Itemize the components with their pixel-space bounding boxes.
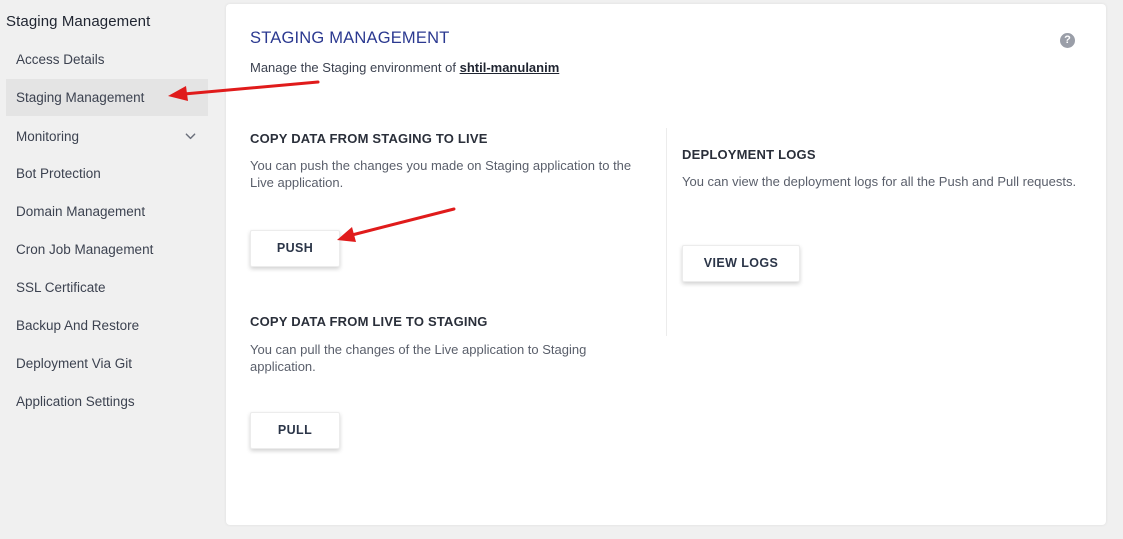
sidebar-item-access-details[interactable]: Access Details xyxy=(6,41,208,78)
sidebar-item-cron-job-management[interactable]: Cron Job Management xyxy=(6,231,208,268)
column-divider xyxy=(666,128,667,336)
sidebar-item-label: Monitoring xyxy=(16,129,80,144)
page-title: STAGING MANAGEMENT xyxy=(250,29,450,47)
logs-section-description: You can view the deployment logs for all… xyxy=(682,174,1077,189)
push-section-description: You can push the changes you made on Sta… xyxy=(250,158,632,190)
sidebar-item-staging-management[interactable]: Staging Management xyxy=(6,79,208,116)
sidebar-item-domain-management[interactable]: Domain Management xyxy=(6,193,208,230)
page-subtitle: Manage the Staging environment of shtil-… xyxy=(250,60,559,75)
sidebar-title: Staging Management xyxy=(6,13,151,30)
sidebar-item-label: Staging Management xyxy=(16,90,145,105)
question-circle-icon[interactable]: ? xyxy=(1060,33,1075,48)
sidebar-item-label: Bot Protection xyxy=(16,166,101,181)
chevron-down-icon[interactable] xyxy=(185,131,196,142)
sidebar-item-label: Application Settings xyxy=(16,394,135,409)
pull-section-description: You can pull the changes of the Live app… xyxy=(250,342,587,374)
sidebar-item-deployment-via-git[interactable]: Deployment Via Git xyxy=(6,345,208,382)
sidebar-item-label: SSL Certificate xyxy=(16,280,106,295)
push-section-heading: COPY DATA FROM STAGING TO LIVE xyxy=(250,131,488,146)
subtitle-text: Manage the Staging environment of xyxy=(250,60,456,75)
sidebar-item-ssl-certificate[interactable]: SSL Certificate xyxy=(6,269,208,306)
push-button[interactable]: PUSH xyxy=(250,230,340,267)
sidebar-item-application-settings[interactable]: Application Settings xyxy=(6,383,208,420)
staging-management-card: STAGING MANAGEMENT Manage the Staging en… xyxy=(226,4,1106,525)
sidebar-item-backup-and-restore[interactable]: Backup And Restore xyxy=(6,307,208,344)
sidebar-item-label: Backup And Restore xyxy=(16,318,140,333)
view-logs-button[interactable]: VIEW LOGS xyxy=(682,245,800,282)
application-link[interactable]: shtil-manulanim xyxy=(460,60,560,75)
page: Staging Management Access Details Stagin… xyxy=(0,0,1123,539)
sidebar-item-bot-protection[interactable]: Bot Protection xyxy=(6,155,208,192)
logs-section-heading: DEPLOYMENT LOGS xyxy=(682,147,816,162)
sidebar: Staging Management Access Details Stagin… xyxy=(0,0,222,539)
sidebar-item-monitoring[interactable]: Monitoring xyxy=(6,118,208,155)
sidebar-item-label: Domain Management xyxy=(16,204,146,219)
pull-section-heading: COPY DATA FROM LIVE TO STAGING xyxy=(250,314,488,329)
pull-button[interactable]: PULL xyxy=(250,412,340,449)
sidebar-item-label: Access Details xyxy=(16,52,105,67)
sidebar-item-label: Cron Job Management xyxy=(16,242,154,257)
sidebar-item-label: Deployment Via Git xyxy=(16,356,133,371)
